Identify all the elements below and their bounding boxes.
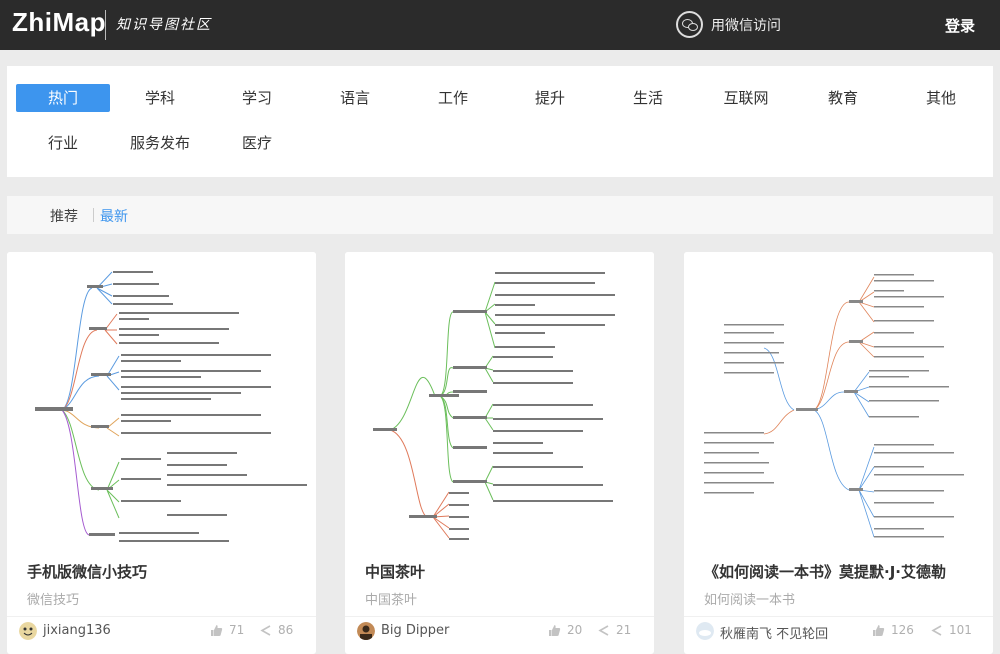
like-count[interactable]: 126: [872, 623, 914, 637]
wechat-login-button[interactable]: 用微信访问: [676, 11, 781, 38]
category-industry[interactable]: 行业: [16, 129, 110, 157]
category-panel: 热门 学科 学习 语言 工作 提升 生活 互联网 教育 其他 行业 服务发布 医…: [7, 66, 993, 177]
sort-latest[interactable]: 最新: [100, 206, 128, 226]
category-improve[interactable]: 提升: [503, 84, 597, 112]
category-other[interactable]: 其他: [894, 84, 988, 112]
share-count-value: 101: [949, 623, 972, 637]
author-name[interactable]: Big Dipper: [381, 623, 449, 638]
card-divider: [7, 616, 316, 617]
card-title[interactable]: 《如何阅读一本书》莫提默·J·艾德勒: [704, 561, 946, 582]
category-education[interactable]: 教育: [796, 84, 890, 112]
share-icon: [931, 624, 942, 636]
share-count[interactable]: 101: [930, 623, 972, 637]
card-divider: [345, 616, 654, 617]
tagline: 知识导图社区: [116, 17, 212, 33]
mindmap-thumbnail: [7, 252, 316, 544]
avatar[interactable]: [357, 622, 375, 640]
logo[interactable]: ZhiMap: [12, 7, 106, 38]
category-subject[interactable]: 学科: [113, 84, 207, 112]
wechat-login-label: 用微信访问: [711, 17, 781, 34]
category-service[interactable]: 服务发布: [113, 129, 207, 157]
category-study[interactable]: 学习: [210, 84, 304, 112]
sort-separator: [93, 208, 94, 222]
thumbs-up-icon: [549, 624, 561, 636]
share-icon: [260, 624, 271, 636]
mindmap-thumbnail: [345, 252, 654, 544]
logo-divider: [105, 10, 106, 40]
like-count-value: 126: [891, 623, 914, 637]
category-language[interactable]: 语言: [308, 84, 402, 112]
share-count[interactable]: 86: [259, 623, 293, 637]
mindmap-card[interactable]: 中国茶叶 中国茶叶 Big Dipper 20 21: [345, 252, 654, 654]
avatar[interactable]: [19, 622, 37, 640]
mindmap-card[interactable]: 《如何阅读一本书》莫提默·J·艾德勒 如何阅读一本书 秋雁南飞 不见轮回 126…: [684, 252, 993, 654]
card-title[interactable]: 中国茶叶: [365, 561, 425, 582]
sort-bar: 推荐 最新: [7, 196, 993, 234]
login-button[interactable]: 登录: [945, 15, 975, 36]
author-name[interactable]: 秋雁南飞 不见轮回: [720, 623, 828, 642]
like-count[interactable]: 20: [548, 623, 582, 637]
card-divider: [684, 616, 993, 617]
category-work[interactable]: 工作: [406, 84, 500, 112]
mindmap-card[interactable]: 手机版微信小技巧 微信技巧 jixiang136 71 86: [7, 252, 316, 654]
like-count-value: 20: [567, 623, 583, 637]
card-subtitle: 中国茶叶: [365, 593, 418, 608]
thumbs-up-icon: [873, 624, 885, 636]
mindmap-thumbnail: [684, 252, 993, 544]
category-hot[interactable]: 热门: [16, 84, 110, 112]
author-name[interactable]: jixiang136: [43, 623, 111, 638]
card-subtitle: 微信技巧: [27, 593, 80, 608]
card-subtitle: 如何阅读一本书: [704, 593, 796, 608]
category-medical[interactable]: 医疗: [210, 129, 304, 157]
share-count-value: 21: [616, 623, 632, 637]
card-title[interactable]: 手机版微信小技巧: [27, 561, 147, 582]
like-count[interactable]: 71: [210, 623, 244, 637]
sort-recommend[interactable]: 推荐: [50, 206, 78, 226]
top-header: ZhiMap 知识导图社区 用微信访问 登录: [0, 0, 1000, 50]
share-count-value: 86: [278, 623, 294, 637]
share-icon: [598, 624, 609, 636]
category-internet[interactable]: 互联网: [699, 84, 793, 112]
category-life[interactable]: 生活: [601, 84, 695, 112]
share-count[interactable]: 21: [597, 623, 631, 637]
thumbs-up-icon: [211, 624, 223, 636]
avatar[interactable]: [696, 622, 714, 640]
like-count-value: 71: [229, 623, 245, 637]
wechat-icon: [676, 11, 703, 38]
